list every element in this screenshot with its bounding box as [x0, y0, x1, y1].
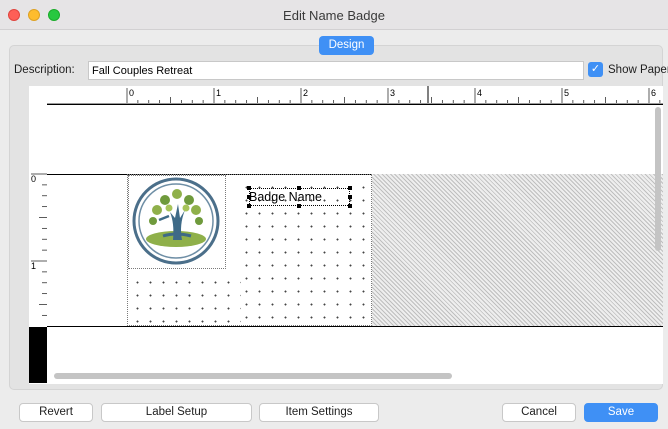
- resize-handle[interactable]: [297, 186, 301, 190]
- horizontal-ruler: 0 1 2 3 4 5 6: [47, 86, 663, 104]
- resize-handle[interactable]: [348, 204, 352, 208]
- window-title: Edit Name Badge: [283, 8, 385, 23]
- label-setup-button[interactable]: Label Setup: [101, 403, 252, 422]
- paper-margin-bottom: [29, 327, 47, 383]
- ruler-label: 4: [477, 88, 482, 98]
- show-paper-label: Show Paper: [608, 64, 668, 76]
- paper-edge-top: [47, 104, 663, 105]
- ruler-label: 1: [216, 88, 221, 98]
- ruler-label: 5: [564, 88, 569, 98]
- grid-dots-lower: [131, 276, 241, 324]
- ruler-label: 1: [31, 261, 36, 271]
- ruler-corner: [29, 86, 47, 104]
- ruler-label: 3: [390, 88, 395, 98]
- edit-name-badge-window: Edit Name Badge Design Description: ✓ Sh…: [0, 0, 668, 429]
- badge-name-text: Badge Name: [249, 190, 322, 204]
- description-input[interactable]: [88, 61, 584, 80]
- ruler-label: 0: [129, 88, 134, 98]
- unused-label-area: [372, 174, 663, 326]
- resize-handle[interactable]: [247, 204, 251, 208]
- tab-design[interactable]: Design: [319, 36, 374, 55]
- cancel-button[interactable]: Cancel: [502, 403, 576, 422]
- title-bar: Edit Name Badge: [0, 0, 668, 30]
- badge-canvas[interactable]: Badge Name: [47, 104, 663, 384]
- save-button[interactable]: Save: [584, 403, 658, 422]
- revert-button[interactable]: Revert: [19, 403, 93, 422]
- label-edge-bottom: [47, 326, 663, 327]
- ruler-label: 2: [303, 88, 308, 98]
- description-label: Description:: [14, 64, 75, 76]
- horizontal-scroll-thumb[interactable]: [54, 373, 452, 379]
- horizontal-ruler-ticks: 0 1 2 3 4 5 6: [126, 86, 661, 103]
- resize-handle[interactable]: [348, 195, 352, 199]
- logo-image-item[interactable]: [128, 175, 226, 269]
- ruler-label: 6: [651, 88, 656, 98]
- resize-handle[interactable]: [247, 195, 251, 199]
- vertical-scroll-thumb[interactable]: [655, 107, 661, 251]
- show-paper-checkbox[interactable]: ✓: [588, 62, 603, 77]
- resize-handle[interactable]: [348, 186, 352, 190]
- ruler-label: 0: [31, 174, 36, 184]
- item-settings-button[interactable]: Item Settings: [259, 403, 379, 422]
- resize-handle[interactable]: [247, 186, 251, 190]
- resize-handle[interactable]: [297, 204, 301, 208]
- tree-logo-icon: [132, 177, 220, 265]
